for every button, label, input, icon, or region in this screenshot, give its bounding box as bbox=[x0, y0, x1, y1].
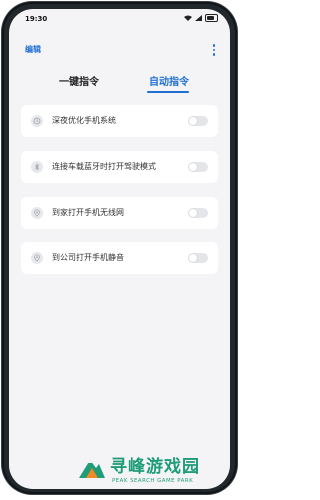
status-bar: 19:30 bbox=[9, 9, 230, 31]
status-time: 19:30 bbox=[25, 15, 48, 23]
more-options-icon[interactable] bbox=[210, 43, 218, 57]
app-screen: 19:30 编辑 一键指令 自动指令 深夜优化手机系统 连接车载蓝牙时打开驾驶模… bbox=[9, 9, 230, 489]
toggle-switch[interactable] bbox=[188, 116, 208, 126]
watermark-title: 寻峰游戏园 bbox=[110, 457, 200, 477]
battery-icon bbox=[205, 14, 218, 22]
tab-auto-command[interactable]: 自动指令 bbox=[149, 73, 189, 88]
tab-one-click-command[interactable]: 一键指令 bbox=[59, 73, 99, 88]
card-home-wifi[interactable]: 到家打开手机无线网 bbox=[21, 197, 218, 229]
card-office-silent[interactable]: 到公司打开手机静音 bbox=[21, 242, 218, 274]
phone-frame: 19:30 编辑 一键指令 自动指令 深夜优化手机系统 连接车载蓝牙时打开驾驶模… bbox=[2, 2, 237, 494]
tab-bar: 一键指令 自动指令 bbox=[9, 73, 230, 101]
mountain-logo-icon bbox=[78, 454, 106, 480]
location-icon bbox=[31, 207, 43, 219]
toggle-switch[interactable] bbox=[188, 162, 208, 172]
toggle-knob bbox=[189, 254, 197, 262]
bluetooth-icon bbox=[31, 161, 43, 173]
status-icons bbox=[184, 14, 218, 22]
card-label: 到公司打开手机静音 bbox=[52, 253, 124, 262]
location-icon bbox=[31, 252, 43, 264]
toggle-knob bbox=[189, 209, 197, 217]
toggle-knob bbox=[189, 117, 197, 125]
card-label: 连接车载蓝牙时打开驾驶模式 bbox=[52, 162, 156, 171]
toggle-switch[interactable] bbox=[188, 208, 208, 218]
signal-icon bbox=[195, 15, 202, 21]
toggle-switch[interactable] bbox=[188, 253, 208, 263]
card-night-optimize[interactable]: 深夜优化手机系统 bbox=[21, 105, 218, 137]
edit-button[interactable]: 编辑 bbox=[25, 44, 41, 55]
watermark-subtitle: PEAK SEARCH GAME PARK bbox=[112, 478, 194, 484]
header: 编辑 bbox=[9, 43, 230, 59]
watermark: 寻峰游戏园 PEAK SEARCH GAME PARK bbox=[78, 452, 238, 498]
wifi-icon bbox=[184, 15, 192, 21]
card-label: 深夜优化手机系统 bbox=[52, 116, 116, 125]
clock-icon bbox=[31, 115, 43, 127]
card-label: 到家打开手机无线网 bbox=[52, 208, 124, 217]
active-tab-indicator bbox=[147, 91, 189, 93]
toggle-knob bbox=[189, 163, 197, 171]
card-car-bluetooth[interactable]: 连接车载蓝牙时打开驾驶模式 bbox=[21, 151, 218, 183]
